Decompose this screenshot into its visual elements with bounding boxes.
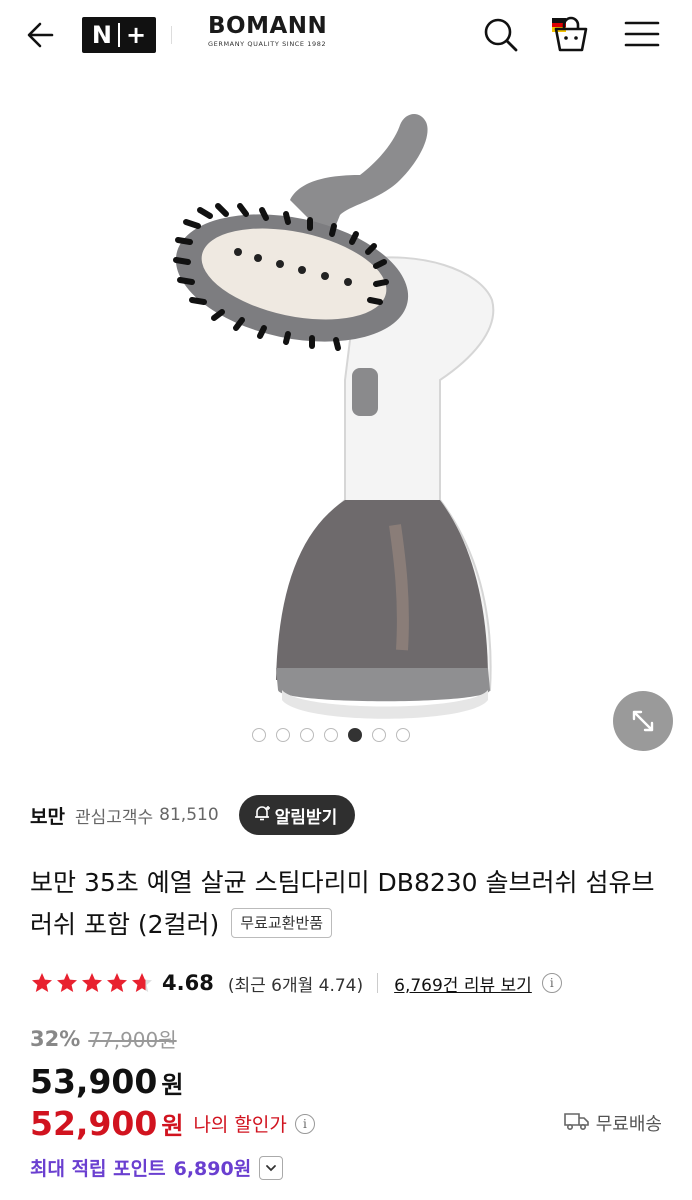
brand-name: BOMANN: [208, 13, 328, 39]
discount-row: 32% 77,900원: [30, 1024, 177, 1053]
nplus-plus: +: [125, 21, 147, 49]
rating-score: 4.68: [162, 971, 214, 995]
sale-price: 53,900 원: [30, 1062, 183, 1101]
sale-price-value: 53,900: [30, 1062, 158, 1101]
fans-count: 81,510: [159, 805, 219, 825]
star-icon: [82, 973, 102, 992]
nplus-n: N: [91, 21, 112, 49]
star-half-icon: [132, 973, 152, 992]
reviews-link[interactable]: 6,769건 리뷰 보기: [394, 971, 532, 996]
star-icon: [32, 973, 52, 992]
arrow-left-icon[interactable]: [22, 15, 62, 55]
nplus-logo[interactable]: N +: [82, 17, 156, 53]
my-price-unit: 원: [161, 1112, 184, 1140]
gallery-dot[interactable]: [252, 728, 266, 742]
nplus-divider: [117, 23, 120, 47]
search-icon[interactable]: [480, 14, 520, 54]
rating-divider: [377, 973, 379, 993]
expand-icon[interactable]: [613, 691, 673, 751]
product-image[interactable]: [0, 70, 692, 760]
product-title-block: 보만 35초 예열 살균 스팀다리미 DB8230 솔브러쉬 섬유브러쉬 포함 …: [30, 862, 670, 946]
seller-row: 보만 관심고객수 81,510 알림받기: [30, 795, 356, 835]
points-value: 6,890원: [173, 1158, 252, 1180]
points-label: 최대 적립 포인트: [30, 1158, 166, 1180]
original-price: 77,900원: [88, 1028, 177, 1052]
discount-percent: 32%: [30, 1026, 81, 1051]
seller-brand[interactable]: 보만: [30, 802, 65, 829]
my-price-row: 52,900 원 나의 할인가 i: [30, 1104, 315, 1143]
recent-rating: (최근 6개월 4.74): [227, 975, 364, 996]
chevron-down-icon[interactable]: [259, 1155, 284, 1180]
gallery-dot-active[interactable]: [348, 728, 362, 742]
alarm-button[interactable]: 알림받기: [238, 795, 356, 835]
top-bar: N + BOMANN GERMANY QUALITY SINCE 1982: [0, 0, 692, 70]
shipping-label: 무료배송: [595, 1114, 662, 1135]
fans-label: 관심고객수: [74, 807, 154, 828]
truck-icon: [563, 1111, 590, 1136]
brand-tagline: GERMANY QUALITY SINCE 1982: [208, 40, 327, 48]
star-rating: [30, 971, 154, 995]
rating-row: 4.68 (최근 6개월 4.74) 6,769건 리뷰 보기 i: [30, 965, 562, 1001]
free-return-badge: 무료교환반품: [231, 908, 333, 938]
my-price-label: 나의 할인가: [193, 1114, 287, 1136]
points-row[interactable]: 최대 적립 포인트 6,890원: [30, 1154, 284, 1181]
shipping-info: 무료배송: [563, 1110, 662, 1136]
gallery-dot[interactable]: [300, 728, 314, 742]
star-icon: [57, 973, 77, 992]
my-price-value: 52,900: [30, 1104, 158, 1143]
sale-price-unit: 원: [161, 1071, 184, 1099]
brand-logo[interactable]: BOMANN GERMANY QUALITY SINCE 1982: [208, 13, 566, 58]
product-title: 보만 35초 예열 살균 스팀다리미 DB8230 솔브러쉬 섬유브러쉬 포함 …: [30, 868, 655, 939]
header-divider: [171, 26, 172, 44]
bell-plus-icon: [253, 804, 271, 827]
star-icon: [107, 973, 127, 992]
shopping-bag-icon[interactable]: [551, 14, 591, 54]
alarm-label: 알림받기: [274, 807, 338, 828]
gallery-dot[interactable]: [324, 728, 338, 742]
gallery-dot[interactable]: [276, 728, 290, 742]
gallery-dot[interactable]: [396, 728, 410, 742]
info-icon[interactable]: i: [294, 1113, 315, 1134]
menu-icon[interactable]: [622, 14, 662, 54]
info-icon[interactable]: i: [541, 973, 562, 993]
gallery-dot[interactable]: [372, 728, 386, 742]
gallery-pagination: [252, 728, 410, 742]
